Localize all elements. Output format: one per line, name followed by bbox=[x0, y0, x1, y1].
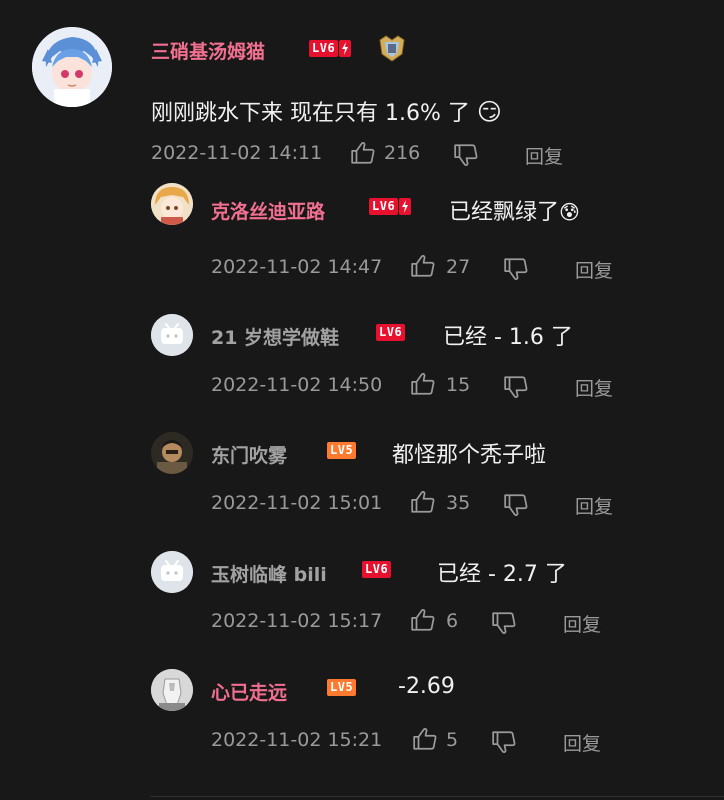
dislike-button[interactable] bbox=[503, 256, 529, 286]
level-badge: LV6 bbox=[309, 40, 352, 57]
dislike-button[interactable] bbox=[491, 610, 517, 640]
comment-text: 已经 - 1.6 了 bbox=[443, 325, 573, 350]
comment-time: 2022-11-02 14:11 bbox=[151, 142, 323, 164]
lightning-icon bbox=[399, 198, 412, 215]
reply-button[interactable]: 回复 bbox=[575, 256, 613, 283]
comment-text: 刚刚跳水下来 现在只有 1.6% 了 😏 bbox=[151, 98, 502, 126]
thumbs-up-icon[interactable] bbox=[410, 253, 436, 279]
smirk-emoji-icon: 😏 bbox=[476, 98, 502, 126]
thumbs-down-icon[interactable] bbox=[503, 492, 529, 518]
avatar[interactable] bbox=[151, 432, 193, 474]
like-button[interactable] bbox=[412, 726, 438, 756]
avatar[interactable] bbox=[151, 669, 193, 711]
thumbs-up-icon[interactable] bbox=[350, 140, 376, 166]
like-count: 35 bbox=[446, 492, 471, 514]
like-count: 6 bbox=[446, 610, 459, 632]
comment-time: 2022-11-02 14:50 bbox=[211, 374, 383, 396]
lightning-icon bbox=[339, 40, 352, 57]
level-badge: LV6 bbox=[362, 561, 392, 578]
thumbs-down-icon[interactable] bbox=[503, 374, 529, 400]
like-count: 15 bbox=[446, 374, 471, 396]
thumbs-up-icon[interactable] bbox=[410, 371, 436, 397]
comment-time: 2022-11-02 15:01 bbox=[211, 492, 383, 514]
reply-button[interactable]: 回复 bbox=[575, 374, 613, 401]
username[interactable]: 玉树临峰 bili bbox=[211, 560, 327, 587]
thumbs-down-icon[interactable] bbox=[491, 610, 517, 636]
level-badge: LV5 bbox=[327, 442, 357, 459]
level-badge: LV6 bbox=[376, 324, 406, 341]
comment-text: 已经 - 2.7 了 bbox=[437, 562, 567, 587]
like-count: 216 bbox=[384, 142, 421, 164]
medal-badge-icon bbox=[377, 34, 407, 66]
like-count: 27 bbox=[446, 256, 471, 278]
username[interactable]: 21 岁想学做鞋 bbox=[211, 323, 339, 350]
thumbs-down-icon[interactable] bbox=[503, 256, 529, 282]
thumbs-down-icon[interactable] bbox=[491, 729, 517, 755]
dislike-button[interactable] bbox=[503, 374, 529, 404]
reply-button[interactable]: 回复 bbox=[563, 610, 601, 637]
comment-time: 2022-11-02 15:21 bbox=[211, 729, 383, 751]
comment-time: 2022-11-02 14:47 bbox=[211, 256, 383, 278]
reply-button[interactable]: 回复 bbox=[575, 492, 613, 519]
comment-text: 已经飘绿了😰 bbox=[449, 200, 580, 225]
dislike-button[interactable] bbox=[491, 729, 517, 759]
avatar[interactable] bbox=[151, 183, 193, 225]
like-button[interactable] bbox=[410, 607, 436, 637]
like-button[interactable] bbox=[410, 371, 436, 401]
thumbs-up-icon[interactable] bbox=[410, 607, 436, 633]
reply-button[interactable]: 回复 bbox=[525, 142, 563, 169]
thumbs-down-icon[interactable] bbox=[453, 142, 479, 168]
comment-text: -2.69 bbox=[398, 674, 455, 699]
like-button[interactable] bbox=[410, 253, 436, 283]
username[interactable]: 三硝基汤姆猫 bbox=[151, 37, 265, 64]
username[interactable]: 东门吹雾 bbox=[211, 441, 287, 468]
level-badge: LV6 bbox=[369, 198, 412, 215]
tv-avatar-icon[interactable] bbox=[151, 314, 193, 356]
thumbs-up-icon[interactable] bbox=[410, 489, 436, 515]
username[interactable]: 心已走远 bbox=[211, 678, 287, 705]
level-badge: LV5 bbox=[327, 679, 357, 696]
like-button[interactable] bbox=[350, 140, 376, 170]
comment-text: 都怪那个秃子啦 bbox=[392, 443, 547, 468]
username[interactable]: 克洛丝迪亚路 bbox=[211, 197, 325, 224]
tv-avatar-icon[interactable] bbox=[151, 551, 193, 593]
like-count: 5 bbox=[446, 729, 459, 751]
like-button[interactable] bbox=[410, 489, 436, 519]
thumbs-up-icon[interactable] bbox=[412, 726, 438, 752]
fearful-emoji-icon: 😰 bbox=[559, 200, 580, 224]
dislike-button[interactable] bbox=[503, 492, 529, 522]
avatar[interactable] bbox=[32, 27, 112, 107]
reply-button[interactable]: 回复 bbox=[563, 729, 601, 756]
comment-time: 2022-11-02 15:17 bbox=[211, 610, 383, 632]
dislike-button[interactable] bbox=[453, 142, 479, 172]
divider bbox=[150, 796, 724, 797]
